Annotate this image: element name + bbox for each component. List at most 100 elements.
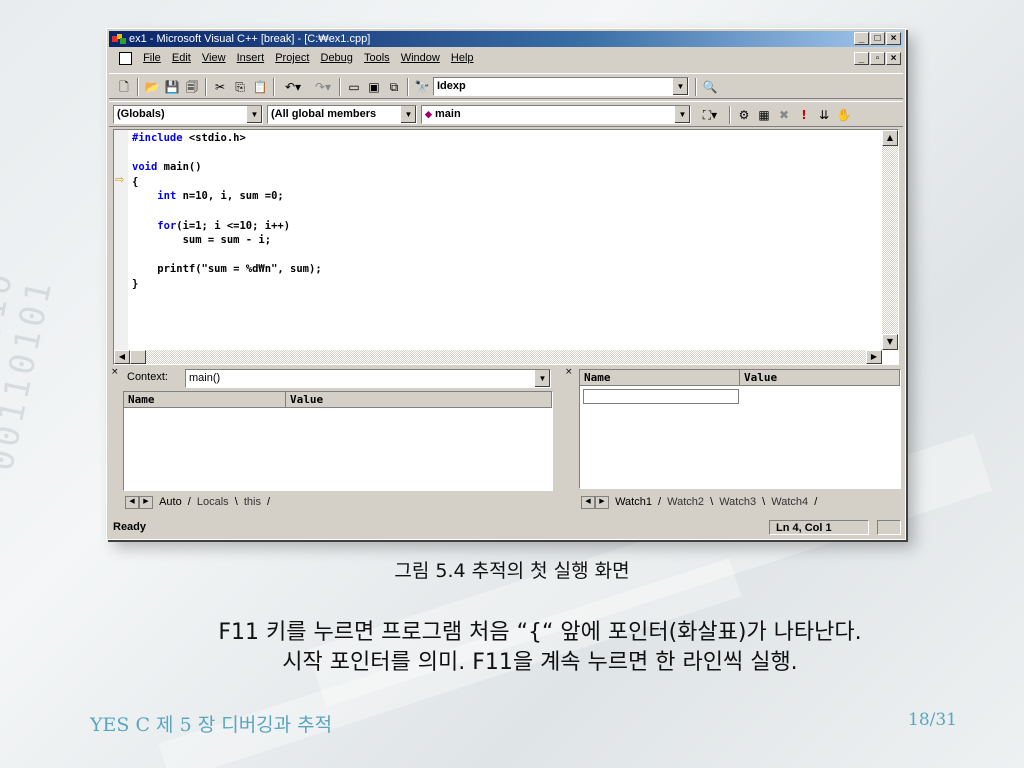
menu-project[interactable]: Project: [271, 49, 313, 67]
footer-chapter: YES C 제 5 장 디버깅과 추적: [90, 714, 333, 736]
wizard-action-icon[interactable]: ⛶▾: [695, 106, 725, 124]
compile-icon[interactable]: ⚙: [735, 106, 753, 124]
find-icon[interactable]: 🔍: [701, 78, 719, 96]
watch-pane: × Name Value ◀ ▶ Watch1 / Watch2 \ Watch3…: [565, 367, 901, 511]
scroll-left-icon[interactable]: ◀: [114, 350, 130, 364]
menu-tools[interactable]: Tools: [360, 49, 394, 67]
find-combo[interactable]: Idexp ▼: [433, 77, 689, 96]
maximize-button[interactable]: □: [870, 32, 885, 45]
code-line-10: printf("sum = %d₩n", sum);: [132, 263, 322, 276]
chevron-down-icon[interactable]: ▼: [246, 106, 262, 123]
tab-watch1[interactable]: Watch1: [612, 495, 655, 510]
menu-help[interactable]: Help: [447, 49, 478, 67]
execute-icon[interactable]: !: [795, 106, 813, 124]
wizard-toolbar: (Globals) ▼ (All global members ▼ ◆ main…: [109, 101, 903, 127]
tab-watch4[interactable]: Watch4: [768, 495, 811, 510]
variables-tabs: ◀ ▶ Auto / Locals \ this /: [125, 495, 270, 511]
editor-gutter[interactable]: [114, 130, 128, 350]
variables-grid[interactable]: Name Value: [123, 391, 553, 491]
menu-debug[interactable]: Debug: [317, 49, 357, 67]
copy-icon[interactable]: ⎘: [231, 78, 249, 96]
window-list-icon[interactable]: ⧉: [385, 78, 403, 96]
menu-edit-label: Edit: [171, 52, 191, 64]
menu-debug-label: Debug: [320, 52, 353, 64]
vertical-scrollbar[interactable]: ▲ ▼: [882, 130, 898, 350]
tab-this[interactable]: this: [241, 495, 264, 510]
breakpoint-hand-icon[interactable]: ✋: [835, 106, 853, 124]
app-icon: [112, 34, 126, 44]
code-text[interactable]: #include <stdio.h> void main() { int n=1…: [132, 131, 322, 292]
scroll-right-icon[interactable]: ▶: [866, 350, 882, 364]
tab-watch2[interactable]: Watch2: [664, 495, 707, 510]
tab-scroll-left-icon[interactable]: ◀: [125, 495, 139, 509]
menu-view[interactable]: View: [198, 49, 230, 67]
pane-close-icon[interactable]: ×: [111, 367, 121, 511]
code-line-7: for(i=1; i <=10; i++): [157, 219, 291, 232]
menu-file[interactable]: File: [139, 49, 165, 67]
new-file-icon[interactable]: 🗋: [115, 78, 133, 96]
go-icon[interactable]: ⇊: [815, 106, 833, 124]
save-icon[interactable]: 💾: [163, 78, 181, 96]
redo-icon[interactable]: ↷▾: [309, 78, 337, 96]
context-combo[interactable]: main() ▼: [185, 369, 551, 388]
chevron-down-icon[interactable]: ▼: [672, 78, 688, 95]
doc-close-button[interactable]: ×: [886, 52, 901, 65]
doc-minimize-button[interactable]: _: [854, 52, 869, 65]
tab-auto[interactable]: Auto: [156, 495, 185, 510]
scroll-up-icon[interactable]: ▲: [882, 130, 898, 146]
toolbar-separator: [407, 78, 409, 96]
doc-restore-button[interactable]: ▫: [870, 52, 885, 65]
code-editor[interactable]: ⇨ #include <stdio.h> void main() { int n…: [113, 129, 899, 365]
watch-name-header[interactable]: Name: [580, 370, 740, 386]
menu-tools-label: Tools: [363, 52, 390, 64]
save-all-icon[interactable]: 🗐: [183, 78, 201, 96]
menu-window[interactable]: Window: [397, 49, 444, 67]
tab-scroll-right-icon[interactable]: ▶: [139, 495, 153, 509]
menu-bar: File Edit View Insert Project Debug Tool…: [109, 49, 903, 69]
title-bar: ex1 - Microsoft Visual C++ [break] - [C:…: [109, 31, 903, 47]
function-combo[interactable]: ◆ main ▼: [421, 105, 691, 124]
paste-icon[interactable]: 📋: [251, 78, 269, 96]
tab-scroll-left-icon[interactable]: ◀: [581, 495, 595, 509]
function-icon: ◆: [425, 109, 432, 119]
pane-close-icon[interactable]: ×: [565, 367, 575, 511]
output-icon[interactable]: ▣: [365, 78, 383, 96]
variables-value-header[interactable]: Value: [286, 392, 552, 408]
execution-pointer-icon: ⇨: [115, 173, 125, 186]
watch-value-header[interactable]: Value: [740, 370, 900, 386]
code-line-3: void main(): [132, 161, 202, 174]
workspace-icon[interactable]: ▭: [345, 78, 363, 96]
find-in-files-icon[interactable]: 🔭: [413, 78, 431, 96]
scope-combo[interactable]: (Globals) ▼: [113, 105, 263, 124]
watch-grid[interactable]: Name Value: [579, 369, 901, 489]
watch-new-entry[interactable]: [583, 389, 739, 404]
members-combo[interactable]: (All global members ▼: [267, 105, 417, 124]
toolbar-separator: [729, 106, 731, 124]
resize-grip-icon[interactable]: [877, 520, 901, 535]
tab-locals[interactable]: Locals: [194, 495, 232, 510]
watch-tabs: ◀ ▶ Watch1 / Watch2 \ Watch3 \ Watch4 /: [581, 495, 817, 511]
menu-help-label: Help: [450, 52, 474, 64]
stop-build-icon[interactable]: ✖: [775, 106, 793, 124]
horizontal-scrollbar[interactable]: ◀ ▶: [114, 350, 882, 364]
document-icon[interactable]: [119, 51, 132, 65]
tab-watch3[interactable]: Watch3: [716, 495, 759, 510]
chevron-down-icon[interactable]: ▼: [400, 106, 416, 123]
chevron-down-icon[interactable]: ▼: [674, 106, 690, 123]
minimize-button[interactable]: _: [854, 32, 869, 45]
build-icon[interactable]: ▦: [755, 106, 773, 124]
open-folder-icon[interactable]: 📂: [143, 78, 161, 96]
menu-edit[interactable]: Edit: [168, 49, 195, 67]
menu-window-label: Window: [400, 52, 440, 64]
toolbar-separator: [137, 78, 139, 96]
chevron-down-icon[interactable]: ▼: [534, 370, 550, 387]
close-button[interactable]: ×: [886, 32, 901, 45]
tab-scroll-right-icon[interactable]: ▶: [595, 495, 609, 509]
menu-insert[interactable]: Insert: [233, 49, 269, 67]
scope-combo-value: (Globals): [117, 108, 165, 120]
cut-icon[interactable]: ✂: [211, 78, 229, 96]
undo-icon[interactable]: ↶▾: [279, 78, 307, 96]
scroll-down-icon[interactable]: ▼: [882, 334, 898, 350]
variables-name-header[interactable]: Name: [124, 392, 286, 408]
scroll-thumb[interactable]: [130, 350, 146, 364]
